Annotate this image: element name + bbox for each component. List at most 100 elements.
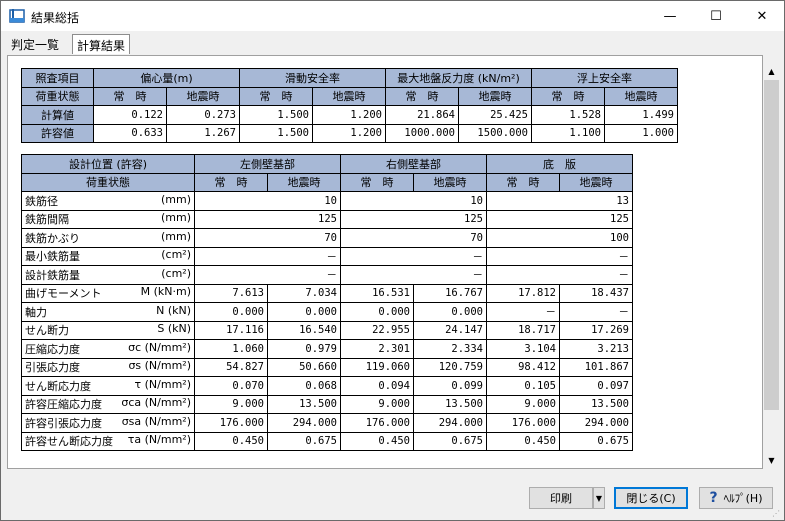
value-cell: 1.500 <box>239 123 313 143</box>
minimize-button[interactable]: — <box>647 1 693 31</box>
row-label: 鉄筋間隔 (mm) <box>21 209 195 229</box>
tab-judgement-list[interactable]: 判定一覧 <box>7 34 63 54</box>
row-symbol: M <box>140 285 151 299</box>
value-cell: 13.500 <box>559 394 633 414</box>
row-unit: (cm²) <box>161 248 191 262</box>
row-label: 許容値 <box>21 123 94 143</box>
value-cell: 2.334 <box>413 339 487 359</box>
row-label-text: 軸力 <box>25 305 47 319</box>
value-cell: － <box>486 265 633 285</box>
subheader-seismic: 地震時 <box>267 172 341 192</box>
header-sliding-safety: 滑動安全率 <box>239 68 386 88</box>
close-window-button[interactable]: ✕ <box>739 1 785 31</box>
value-cell: 0.633 <box>93 123 167 143</box>
header-design-position: 設計位置 (許容) <box>21 154 195 174</box>
row-label-text: 許容圧縮応力度 <box>25 398 102 412</box>
value-cell: 176.000 <box>486 413 560 433</box>
value-cell: 13.500 <box>267 394 341 414</box>
row-label: 許容せん断応力度 τa (N/mm²) <box>21 431 195 451</box>
subheader-seismic: 地震時 <box>458 86 532 106</box>
header-uplift-safety: 浮上安全率 <box>531 68 678 88</box>
subheader-normal: 常 時 <box>239 86 313 106</box>
close-button[interactable]: 閉じる(C) <box>614 487 688 509</box>
value-cell: 101.867 <box>559 357 633 377</box>
value-cell: 50.660 <box>267 357 341 377</box>
app-icon <box>9 9 25 23</box>
row-unit: (N/mm²) <box>144 377 191 391</box>
maximize-button[interactable]: ☐ <box>693 1 739 31</box>
value-cell: － <box>194 265 341 285</box>
value-cell: 1.499 <box>604 105 678 125</box>
row-symbol: N <box>156 303 165 317</box>
subheader-seismic: 地震時 <box>413 172 487 192</box>
header-max-ground-reaction: 最大地盤反力度 (kN/m²) <box>385 68 532 88</box>
window-title: 結果総括 <box>31 11 80 25</box>
row-label-text: せん断応力度 <box>25 379 91 393</box>
value-cell: 13 <box>486 191 633 211</box>
value-cell: 0.000 <box>340 302 414 322</box>
value-cell: － <box>486 246 633 266</box>
table-row: 設計鉄筋量 (cm²) －－－ <box>21 265 633 285</box>
table-row: 許容圧縮応力度 σca (N/mm²) 9.000 13.500 9.000 13.500… <box>21 394 633 414</box>
table-row: せん断力 S (kN) 17.116 16.540 22.955 24.147 18.717… <box>21 320 633 340</box>
scroll-up-arrow-icon[interactable]: ▲ <box>763 63 780 80</box>
row-label: 圧縮応力度 σc (N/mm²) <box>21 339 195 359</box>
value-cell: 125 <box>194 209 341 229</box>
row-label: 鉄筋かぶり (mm) <box>21 228 195 248</box>
row-symbol: σsa <box>121 414 142 428</box>
value-cell: － <box>340 246 487 266</box>
subheader-normal: 常 時 <box>486 172 560 192</box>
row-unit: (cm²) <box>161 266 191 280</box>
value-cell: 3.213 <box>559 339 633 359</box>
value-cell: 119.060 <box>340 357 414 377</box>
value-cell: 0.450 <box>486 431 560 451</box>
tab-calculation-results[interactable]: 計算結果 <box>72 34 131 54</box>
value-cell: 100 <box>486 228 633 248</box>
scroll-down-arrow-icon[interactable]: ▼ <box>763 452 780 469</box>
print-dropdown-arrow-icon[interactable]: ▼ <box>593 487 605 509</box>
value-cell: 54.827 <box>194 357 268 377</box>
header-left-wall-base: 左側壁基部 <box>194 154 341 174</box>
value-cell: 0.097 <box>559 376 633 396</box>
value-cell: 294.000 <box>559 413 633 433</box>
row-symbol: τa <box>127 433 142 447</box>
row-label-text: 鉄筋径 <box>25 194 58 208</box>
row-unit: (mm) <box>160 192 191 206</box>
table-row: 軸力 N (kN) 0.000 0.000 0.000 0.000 －－ <box>21 302 633 322</box>
row-label: 軸力 N (kN) <box>21 302 195 322</box>
row-label-text: 許容引張応力度 <box>25 416 102 430</box>
vertical-scrollbar[interactable]: ▲ ▼ <box>763 63 780 469</box>
help-icon: ? <box>709 490 718 506</box>
value-cell: 1.060 <box>194 339 268 359</box>
row-unit: (kN) <box>167 303 191 317</box>
row-label: 曲げモーメント M (kN·m) <box>21 283 195 303</box>
subheader-seismic: 地震時 <box>604 86 678 106</box>
resize-grip-icon[interactable]: ⋰ <box>772 509 782 519</box>
value-cell: 294.000 <box>267 413 341 433</box>
value-cell: 24.147 <box>413 320 487 340</box>
value-cell: 7.034 <box>267 283 341 303</box>
row-unit: (N/mm²) <box>144 396 191 410</box>
print-button[interactable]: 印刷 <box>529 487 593 509</box>
value-cell: 7.613 <box>194 283 268 303</box>
help-button[interactable]: ? ﾍﾙﾌﾟ(H) <box>699 487 773 509</box>
row-label-text: 曲げモーメント <box>25 287 102 301</box>
value-cell: 0.070 <box>194 376 268 396</box>
value-cell: 17.116 <box>194 320 268 340</box>
row-label: 引張応力度 σs (N/mm²) <box>21 357 195 377</box>
table-row: せん断応力度 τ (N/mm²) 0.070 0.068 0.094 0.099 0.105… <box>21 376 633 396</box>
value-cell: 1.000 <box>604 123 678 143</box>
table-row: 許容値 0.633 1.267 1.500 1.200 1000.000 150… <box>21 123 678 143</box>
row-label-text: 鉄筋かぶり <box>25 231 80 245</box>
value-cell: 0.675 <box>559 431 633 451</box>
value-cell: 0.675 <box>413 431 487 451</box>
table-row: 許容せん断応力度 τa (N/mm²) 0.450 0.675 0.450 0.675 0.… <box>21 431 633 451</box>
subheader-seismic: 地震時 <box>559 172 633 192</box>
scroll-thumb[interactable] <box>764 80 779 410</box>
value-cell: 2.301 <box>340 339 414 359</box>
footer-bar: 印刷 ▼ 閉じる(C) ? ﾍﾙﾌﾟ(H) ⋰ <box>1 471 784 521</box>
row-unit: (mm) <box>160 211 191 225</box>
value-cell: 0.000 <box>267 302 341 322</box>
value-cell: 1000.000 <box>385 123 459 143</box>
value-cell: － <box>559 302 633 322</box>
